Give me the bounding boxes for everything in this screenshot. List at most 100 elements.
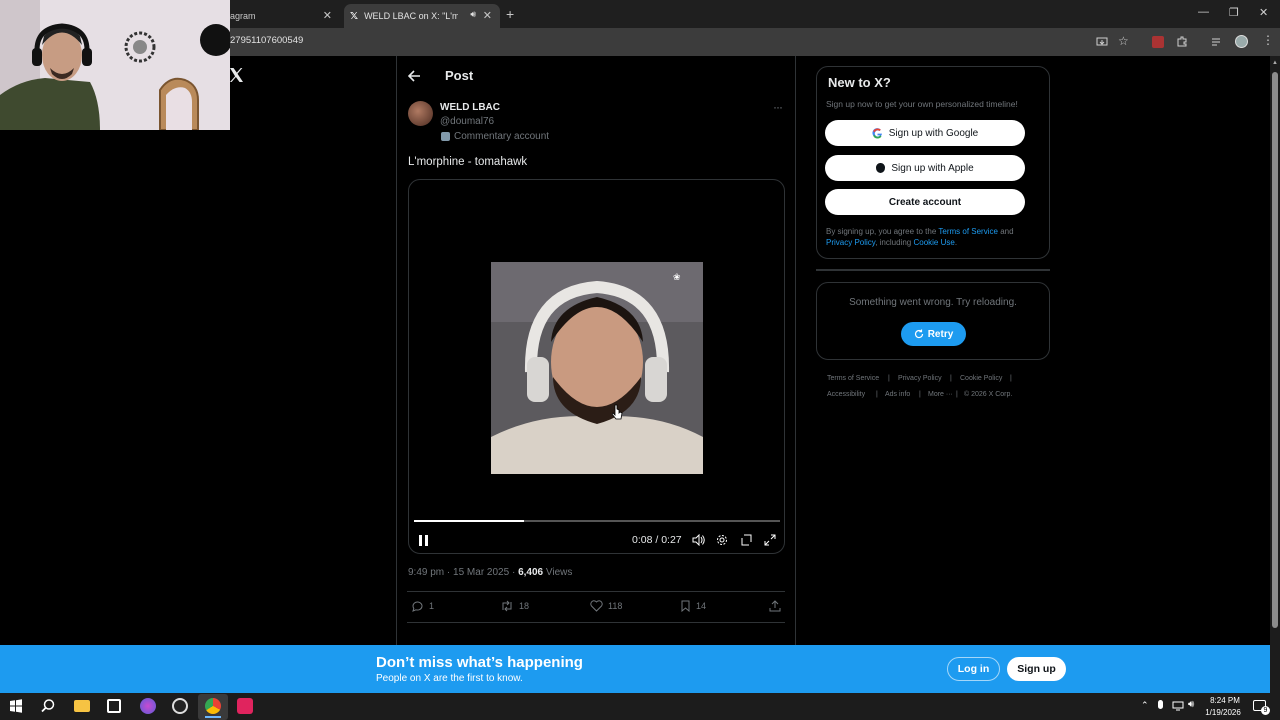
more-options-icon[interactable]: ··· <box>773 100 783 114</box>
footer-separator: | <box>950 375 952 382</box>
messenger-app-icon[interactable] <box>140 698 156 714</box>
signup-google-button[interactable]: Sign up with Google <box>825 120 1025 146</box>
x-logo-icon[interactable] <box>228 67 244 83</box>
scroll-up-arrow-icon[interactable]: ▲ <box>1272 60 1278 66</box>
microphone-icon[interactable] <box>1158 700 1163 709</box>
signup-google-label: Sign up with Google <box>888 127 979 139</box>
tab-title: WELD LBAC on X: "L'morph <box>364 11 459 21</box>
footer-separator: | <box>876 391 878 398</box>
video-progress-track[interactable] <box>414 520 780 522</box>
refresh-icon <box>914 329 923 339</box>
close-tab-icon[interactable]: ✕ <box>483 9 492 22</box>
bookmark-icon <box>681 600 690 612</box>
post-time[interactable]: 9:49 pm <box>408 567 444 578</box>
author-handle[interactable]: @doumal76 <box>440 116 494 127</box>
tab-x-post[interactable]: 𝕏 WELD LBAC on X: "L'morph 🔊︎ ✕ <box>344 4 500 28</box>
heart-icon <box>590 600 603 612</box>
google-icon <box>872 127 882 139</box>
install-app-icon[interactable] <box>1096 36 1108 48</box>
author-name[interactable]: WELD LBAC <box>440 102 500 113</box>
footer-privacy-link[interactable]: Privacy Policy <box>898 375 942 382</box>
profile-avatar-icon[interactable] <box>1235 35 1248 48</box>
tab-instagram[interactable]: agram ✕ <box>230 4 340 28</box>
signup-apple-button[interactable]: Sign up with Apple <box>825 155 1025 181</box>
retry-label: Retry <box>927 328 954 340</box>
windows-start-icon[interactable] <box>8 698 24 714</box>
signup-button[interactable]: Sign up <box>1007 657 1066 681</box>
login-banner <box>0 645 1270 693</box>
signup-apple-label: Sign up with Apple <box>891 162 974 174</box>
settings-gear-icon[interactable] <box>716 534 728 546</box>
apple-icon <box>876 163 886 173</box>
scrollbar-thumb[interactable] <box>1272 72 1278 628</box>
file-explorer-icon[interactable] <box>74 700 90 712</box>
minimize-icon[interactable]: — <box>1198 6 1209 18</box>
new-tab-icon[interactable]: + <box>506 6 514 22</box>
banner-subtitle: People on X are the first to know. <box>376 673 523 684</box>
extension-badge-icon[interactable] <box>1152 36 1164 48</box>
volume-icon[interactable] <box>692 534 705 546</box>
footer-terms-link[interactable]: Terms of Service <box>827 375 879 382</box>
search-icon[interactable] <box>40 698 56 714</box>
footer-more-link[interactable]: More ··· <box>928 391 953 398</box>
back-arrow-icon[interactable] <box>408 70 421 82</box>
create-account-button[interactable]: Create account <box>825 189 1025 215</box>
terms-text: and <box>1000 227 1014 236</box>
like-button[interactable]: 118 <box>590 600 622 612</box>
webcam-overlay <box>0 0 230 130</box>
bookmark-count: 14 <box>696 601 707 611</box>
speaker-icon[interactable]: 🔊︎ <box>470 9 476 20</box>
volume-tray-icon[interactable]: 🔊︎ <box>1188 699 1194 710</box>
error-card <box>816 282 1050 360</box>
footer-accessibility-link[interactable]: Accessibility <box>827 391 865 398</box>
obs-app-icon[interactable] <box>172 698 188 714</box>
mouse-cursor-icon <box>612 404 623 420</box>
footer-cookie-link[interactable]: Cookie Policy <box>960 375 1002 382</box>
store-icon[interactable] <box>107 699 121 713</box>
picture-in-picture-icon[interactable] <box>740 534 752 546</box>
divider <box>407 622 785 623</box>
close-tab-icon[interactable]: ✕ <box>323 9 332 22</box>
reply-button[interactable]: 1 <box>411 600 434 612</box>
pinned-app-icon[interactable] <box>237 698 253 714</box>
repost-button[interactable]: 18 <box>500 600 529 612</box>
login-button[interactable]: Log in <box>947 657 1000 681</box>
fullscreen-icon[interactable] <box>764 534 776 546</box>
media-control-icon[interactable] <box>1211 36 1223 48</box>
video-time-display: 0:08 / 0:27 <box>632 534 682 546</box>
video-progress-fill <box>414 520 524 522</box>
video-frame-image: ❀ <box>491 262 703 474</box>
author-avatar[interactable] <box>408 101 433 126</box>
repost-count: 18 <box>519 601 530 611</box>
browser-menu-icon[interactable]: ⋮ <box>1262 33 1274 47</box>
post-meta: 9:49 pm · 15 Mar 2025 · 6,406 Views <box>408 567 572 578</box>
share-button[interactable] <box>769 600 781 612</box>
post-date[interactable]: 15 Mar 2025 <box>453 567 509 578</box>
commentary-badge-icon <box>441 132 450 141</box>
privacy-policy-link[interactable]: Privacy Policy <box>826 238 875 247</box>
url-text[interactable]: 27951107600549 <box>230 35 303 46</box>
clock-date[interactable]: 1/19/2026 <box>1201 708 1245 717</box>
restore-icon[interactable]: ❐ <box>1229 6 1239 19</box>
chrome-icon[interactable] <box>205 698 221 714</box>
network-icon[interactable] <box>1172 701 1184 711</box>
pause-icon[interactable] <box>419 535 429 546</box>
signup-title: New to X? <box>828 75 891 90</box>
footer-ads-link[interactable]: Ads info <box>885 391 910 398</box>
bookmark-button[interactable]: 14 <box>680 600 706 612</box>
signup-subtitle: Sign up now to get your own personalized… <box>826 99 1018 109</box>
bookmark-star-icon[interactable]: ☆ <box>1118 34 1129 48</box>
page-title: Post <box>445 68 474 83</box>
clock-time[interactable]: 8:24 PM <box>1205 696 1245 705</box>
banner-title: Don’t miss what’s happening <box>376 654 583 671</box>
terms-text: By signing up, you agree to the <box>826 227 937 236</box>
terms-of-service-link[interactable]: Terms of Service <box>938 227 998 236</box>
cookie-use-link[interactable]: Cookie Use <box>913 238 954 247</box>
extensions-puzzle-icon[interactable] <box>1176 35 1188 47</box>
close-window-icon[interactable]: ✕ <box>1259 6 1268 19</box>
error-message: Something went wrong. Try reloading. <box>849 297 1017 308</box>
video-player[interactable]: ❀ <box>408 179 785 554</box>
retry-button[interactable]: Retry <box>901 322 966 346</box>
terms-notice: By signing up, you agree to the Terms of… <box>826 226 1036 248</box>
tray-overflow-icon[interactable]: ⌃ <box>1141 700 1149 711</box>
